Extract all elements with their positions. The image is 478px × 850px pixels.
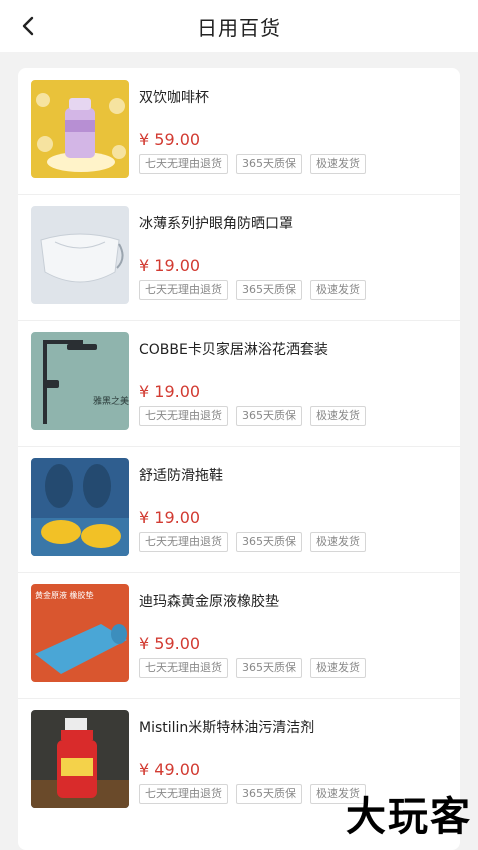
product-price: ¥ 59.00 — [139, 130, 201, 149]
product-tags: 七天无理由退货 365天质保 极速发货 — [139, 280, 366, 300]
product-name: Mistilin米斯特林油污清洁剂 — [139, 720, 315, 736]
product-name: 迪玛森黄金原液橡胶垫 — [139, 594, 279, 610]
product-price: ¥ 19.00 — [139, 382, 201, 401]
tag-shipping: 极速发货 — [310, 532, 366, 552]
back-button[interactable] — [12, 10, 44, 42]
tag-warranty: 365天质保 — [236, 154, 302, 174]
tag-return: 七天无理由退货 — [139, 406, 228, 426]
slippers-image — [31, 458, 129, 556]
tag-warranty: 365天质保 — [236, 532, 302, 552]
tag-shipping: 极速发货 — [310, 658, 366, 678]
product-name: 双饮咖啡杯 — [139, 90, 209, 106]
tag-return: 七天无理由退货 — [139, 154, 228, 174]
svg-text:黄金原液 橡胶垫: 黄金原液 橡胶垫 — [35, 590, 94, 600]
product-item[interactable]: 雅黑之美 浴出时髦 COBBE卡贝家居淋浴花洒套装 ¥ 19.00 七天无理由退… — [18, 320, 460, 447]
cleaner-image — [31, 710, 129, 808]
tag-warranty: 365天质保 — [236, 658, 302, 678]
product-name: 舒适防滑拖鞋 — [139, 468, 223, 484]
product-item[interactable]: 双饮咖啡杯 ¥ 59.00 七天无理由退货 365天质保 极速发货 — [18, 68, 460, 195]
tag-return: 七天无理由退货 — [139, 658, 228, 678]
chevron-left-icon — [22, 16, 34, 36]
tag-warranty: 365天质保 — [236, 406, 302, 426]
tag-shipping: 极速发货 — [310, 280, 366, 300]
tag-shipping: 极速发货 — [310, 406, 366, 426]
product-item[interactable]: 冰薄系列护眼角防晒口罩 ¥ 19.00 七天无理由退货 365天质保 极速发货 — [18, 194, 460, 321]
page-title: 日用百货 — [197, 15, 281, 40]
product-price: ¥ 19.00 — [139, 508, 201, 527]
tag-return: 七天无理由退货 — [139, 280, 228, 300]
svg-text:雅黑之美 浴出时髦: 雅黑之美 浴出时髦 — [93, 395, 129, 407]
cup-image — [31, 80, 129, 178]
product-tags: 七天无理由退货 365天质保 极速发货 — [139, 784, 366, 804]
tag-return: 七天无理由退货 — [139, 532, 228, 552]
tag-warranty: 365天质保 — [236, 784, 302, 804]
product-item[interactable]: 舒适防滑拖鞋 ¥ 19.00 七天无理由退货 365天质保 极速发货 — [18, 446, 460, 573]
product-name: 冰薄系列护眼角防晒口罩 — [139, 216, 293, 232]
watermark: 大玩客 — [346, 793, 472, 840]
tag-warranty: 365天质保 — [236, 280, 302, 300]
product-price: ¥ 59.00 — [139, 634, 201, 653]
shower-image: 雅黑之美 浴出时髦 — [31, 332, 129, 430]
product-name: COBBE卡贝家居淋浴花洒套装 — [139, 342, 328, 358]
product-price: ¥ 19.00 — [139, 256, 201, 275]
product-tags: 七天无理由退货 365天质保 极速发货 — [139, 154, 366, 174]
product-tags: 七天无理由退货 365天质保 极速发货 — [139, 406, 366, 426]
product-price: ¥ 49.00 — [139, 760, 201, 779]
yoga-mat-image: 黄金原液 橡胶垫 — [31, 584, 129, 682]
header-bar: 日用百货 — [0, 0, 478, 52]
tag-shipping: 极速发货 — [310, 154, 366, 174]
tag-return: 七天无理由退货 — [139, 784, 228, 804]
product-item[interactable]: 黄金原液 橡胶垫 迪玛森黄金原液橡胶垫 ¥ 59.00 七天无理由退货 365天… — [18, 572, 460, 699]
product-tags: 七天无理由退货 365天质保 极速发货 — [139, 658, 366, 678]
product-tags: 七天无理由退货 365天质保 极速发货 — [139, 532, 366, 552]
product-list: 双饮咖啡杯 ¥ 59.00 七天无理由退货 365天质保 极速发货 冰薄系列护眼… — [18, 68, 460, 850]
mask-image — [31, 206, 129, 304]
